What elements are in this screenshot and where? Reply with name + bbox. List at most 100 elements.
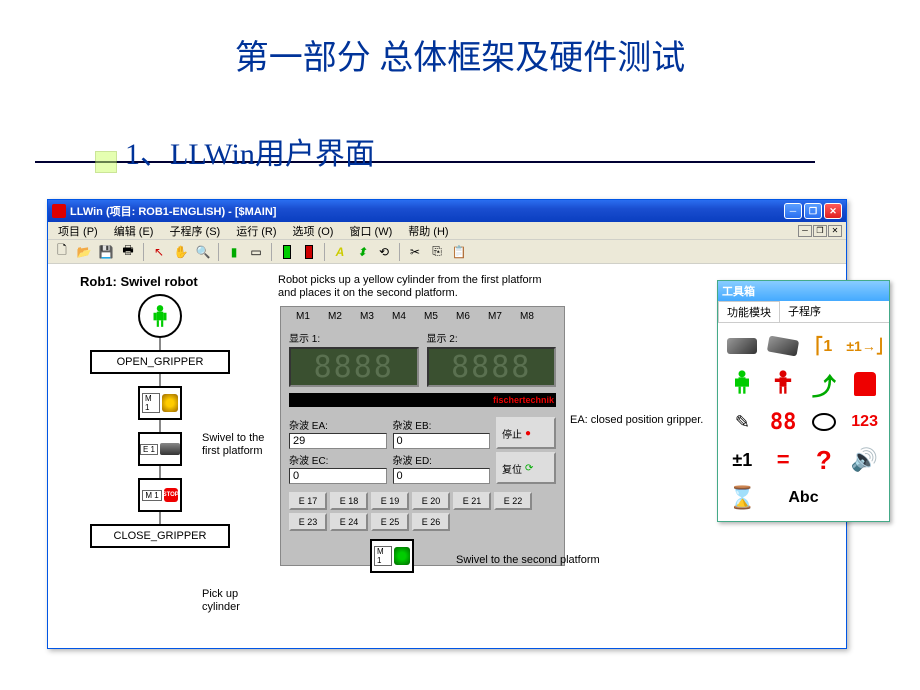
menu-edit[interactable]: 编辑 (E): [108, 222, 160, 240]
reset-button[interactable]: 复位⟳: [496, 452, 556, 484]
tool-number[interactable]: 123: [846, 405, 883, 439]
motor-stop-block[interactable]: M 1 STOP: [138, 478, 182, 512]
slide-bullet-deco: [95, 151, 117, 173]
question-icon: ?: [816, 445, 832, 476]
zoom-icon[interactable]: 🔍: [193, 242, 213, 262]
e-button[interactable]: E 18: [330, 492, 368, 510]
tool-wait[interactable]: [846, 367, 883, 401]
interface-icon[interactable]: ▮: [224, 242, 244, 262]
motor-col: M2: [321, 311, 349, 322]
e-button[interactable]: E 24: [330, 513, 368, 531]
e-button[interactable]: E 26: [412, 513, 450, 531]
tool-loop[interactable]: ⤴: [806, 367, 843, 401]
pointer-icon[interactable]: ↖: [149, 242, 169, 262]
move-icon[interactable]: ⬍: [352, 242, 372, 262]
e-button-row: E 17 E 18 E 19 E 20 E 21 E 22 E 23 E 24 …: [281, 488, 564, 535]
tool-display[interactable]: 88: [765, 405, 802, 439]
e-button[interactable]: E 22: [494, 492, 532, 510]
tool-compare[interactable]: =: [765, 443, 802, 477]
menu-options[interactable]: 选项 (O): [287, 222, 340, 240]
stop-button[interactable]: 停止●: [496, 417, 556, 449]
text-icon: Abc: [788, 489, 818, 507]
ec-input[interactable]: 0: [289, 468, 387, 484]
motor-block-2[interactable]: M 1: [370, 539, 414, 573]
display-2: 显示 2: 8888: [427, 330, 557, 387]
slide-subtitle-wrap: 1、LLWin用户界面: [125, 129, 920, 173]
motor-label: M 1: [142, 393, 160, 413]
mdi-restore[interactable]: ❐: [813, 225, 827, 237]
tool-text[interactable]: Abc: [765, 481, 843, 515]
e-button[interactable]: E 17: [289, 492, 327, 510]
start-node[interactable]: [138, 294, 182, 338]
eb-input[interactable]: 0: [393, 433, 491, 449]
menu-run[interactable]: 运行 (R): [230, 222, 282, 240]
mdi-close[interactable]: ✕: [828, 225, 842, 237]
mdi-minimize[interactable]: ─: [798, 225, 812, 237]
save-icon[interactable]: 💾: [96, 242, 116, 262]
tool-sound[interactable]: 🔊: [846, 443, 883, 477]
tool-speech[interactable]: [806, 405, 843, 439]
open-icon[interactable]: 📂: [74, 242, 94, 262]
flowchart: OPEN_GRIPPER M 1 E 1 M 1 STOP CLOSE_GRIP…: [90, 294, 230, 548]
panel-icon[interactable]: ▭: [246, 242, 266, 262]
flowchart-2: M 1: [370, 539, 414, 573]
sensor-label: E 1: [140, 444, 158, 455]
motor-block-1[interactable]: M 1: [138, 386, 182, 420]
hand-icon[interactable]: ✋: [171, 242, 191, 262]
flow-connector: [159, 374, 161, 386]
motor-icon: [727, 338, 757, 354]
menu-window[interactable]: 窗口 (W): [343, 222, 398, 240]
e-button[interactable]: E 23: [289, 513, 327, 531]
close-gripper-block[interactable]: CLOSE_GRIPPER: [90, 524, 230, 548]
tool-stop[interactable]: [765, 367, 802, 401]
interface-panel[interactable]: M1 M2 M3 M4 M5 M6 M7 M8 显示 1: 8888 显示 2:…: [280, 306, 565, 566]
toolbox-palette[interactable]: 工具箱 功能模块 子程序 ⎡1 ±1→⎦ ⤴ ✎ 88 123 ±1 = ? 🔊…: [717, 280, 890, 522]
sensor-block[interactable]: E 1: [138, 432, 182, 466]
position-icon: ±1→⎦: [846, 338, 882, 355]
maximize-button[interactable]: ❐: [804, 203, 822, 219]
tool-empty: [846, 481, 883, 515]
link-icon[interactable]: ⟲: [374, 242, 394, 262]
menu-help[interactable]: 帮助 (H): [402, 222, 454, 240]
tool-motor-1[interactable]: [724, 329, 761, 363]
open-gripper-block[interactable]: OPEN_GRIPPER: [90, 350, 230, 374]
copy-icon[interactable]: ⎘: [427, 242, 447, 262]
tool-counter[interactable]: ⎡1: [806, 329, 843, 363]
tool-timer[interactable]: ⌛: [724, 481, 761, 515]
traffic-red-icon[interactable]: [299, 242, 319, 262]
traffic-green-icon[interactable]: [277, 242, 297, 262]
menu-subprogram[interactable]: 子程序 (S): [163, 222, 226, 240]
motor-col: M7: [481, 311, 509, 322]
loop-icon: ⤴: [812, 367, 836, 402]
print-icon[interactable]: 🖶: [118, 242, 138, 262]
close-button[interactable]: ✕: [824, 203, 842, 219]
paste-icon[interactable]: 📋: [449, 242, 469, 262]
ea-input[interactable]: 29: [289, 433, 387, 449]
tab-function-blocks[interactable]: 功能模块: [718, 301, 780, 322]
hand-icon: [854, 372, 876, 396]
ea-label: 杂波 EA:: [289, 417, 387, 432]
display-1: 显示 1: 8888: [289, 330, 419, 387]
tool-motor-2[interactable]: [765, 329, 802, 363]
tool-start[interactable]: [724, 367, 761, 401]
ed-input[interactable]: 0: [393, 468, 491, 484]
minimize-button[interactable]: ─: [784, 203, 802, 219]
mdi-controls: ─ ❐ ✕: [798, 225, 842, 237]
cut-icon[interactable]: ✂: [405, 242, 425, 262]
tool-branch[interactable]: ?: [806, 443, 843, 477]
e-button[interactable]: E 21: [453, 492, 491, 510]
e-button[interactable]: E 19: [371, 492, 409, 510]
stop-icon: STOP: [164, 488, 178, 502]
menu-project[interactable]: 项目 (P): [52, 222, 104, 240]
swivel-note-1: Swivel to the first platform: [202, 432, 282, 458]
new-icon[interactable]: 🗋: [52, 242, 72, 262]
equals-icon: =: [777, 447, 790, 473]
label-icon[interactable]: A: [330, 242, 350, 262]
tab-subprograms[interactable]: 子程序: [780, 301, 829, 322]
tool-inc-dec[interactable]: ±1: [724, 443, 761, 477]
tool-position[interactable]: ±1→⎦: [846, 329, 883, 363]
tool-display-write[interactable]: ✎: [724, 405, 761, 439]
e-button[interactable]: E 20: [412, 492, 450, 510]
e-button[interactable]: E 25: [371, 513, 409, 531]
inc-dec-icon: ±1: [732, 450, 752, 471]
